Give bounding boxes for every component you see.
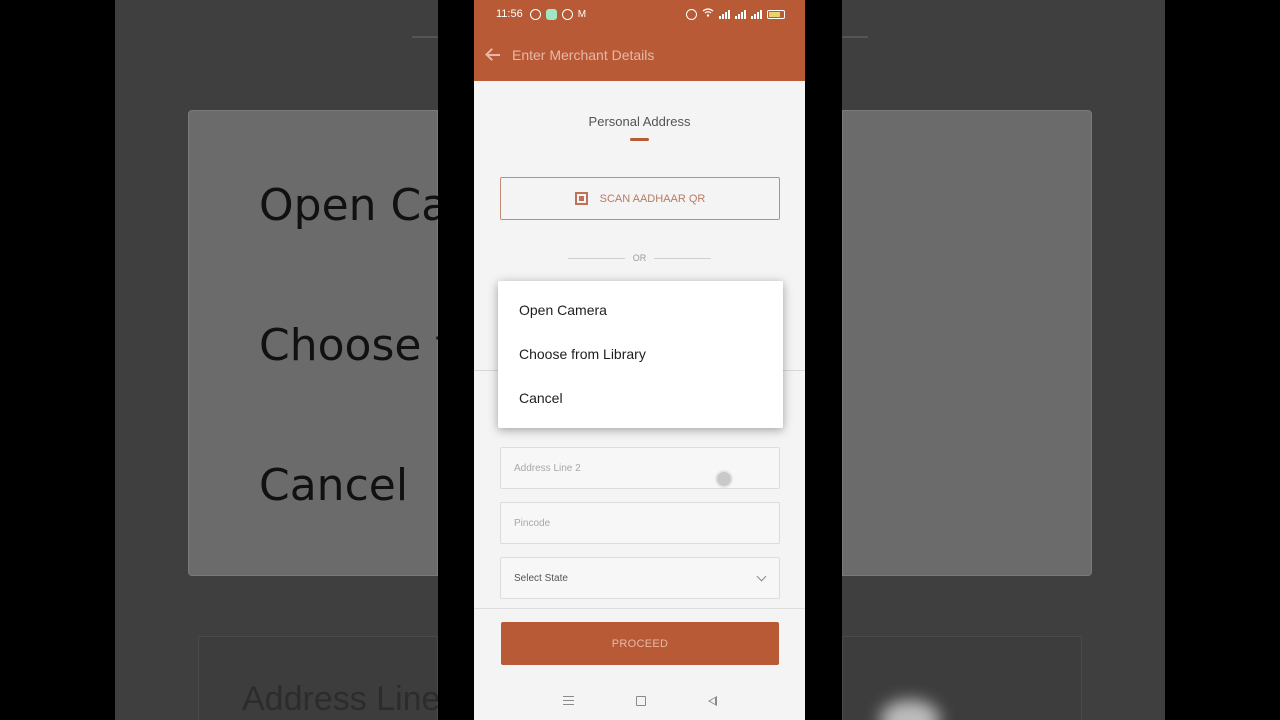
or-separator: OR: [568, 251, 711, 265]
backdrop-cancel-text: Cancel: [259, 460, 409, 511]
at-sign-icon: [529, 8, 541, 20]
pincode-field[interactable]: Pincode: [500, 502, 780, 544]
tab-personal-address[interactable]: Personal Address: [474, 114, 805, 129]
state-select[interactable]: Select State: [500, 557, 780, 599]
proceed-button-label: PROCEED: [611, 637, 669, 650]
address-line-2-placeholder: Address Line 2: [514, 462, 581, 474]
backdrop-field-right: [842, 636, 1082, 720]
backdrop-rule: [842, 36, 868, 38]
image-source-dialog: Open Camera Choose from Library Cancel: [498, 281, 783, 428]
back-triangle-icon[interactable]: [707, 695, 717, 706]
menu-icon[interactable]: [562, 696, 574, 705]
backdrop-open-camera-text: Open Camera: [259, 180, 438, 231]
alarm-icon: [686, 8, 697, 20]
status-right-icons: [686, 8, 785, 20]
video-frame: Open Camera Choose from Library Cancel A…: [0, 0, 1280, 720]
arrow-left-icon[interactable]: [486, 48, 500, 62]
pincode-placeholder: Pincode: [514, 517, 551, 529]
choose-from-library-option[interactable]: Choose from Library: [498, 343, 783, 387]
tab-indicator: [630, 138, 649, 141]
state-select-label: Select State: [514, 572, 568, 584]
home-square-icon[interactable]: [635, 695, 646, 706]
gmail-icon: M: [577, 8, 587, 20]
footer-divider: [474, 608, 805, 609]
page-title: Enter Merchant Details: [512, 46, 655, 63]
battery-icon: [767, 9, 785, 19]
status-bar: 11:56 M: [474, 0, 805, 28]
chevron-down-icon: [756, 571, 767, 581]
volte-icon: [719, 9, 730, 19]
or-label: OR: [632, 253, 647, 263]
wifi-icon: [702, 8, 714, 20]
qr-code-icon: [574, 192, 588, 205]
backdrop-rule: [412, 36, 438, 38]
proceed-button[interactable]: PROCEED: [501, 622, 779, 665]
open-camera-option[interactable]: Open Camera: [498, 299, 783, 343]
backdrop-choose-library-text: Choose from Library: [259, 320, 438, 371]
status-time: 11:56: [496, 8, 523, 20]
cancel-option[interactable]: Cancel: [498, 387, 783, 431]
separator-line: [568, 257, 625, 259]
signal-icon: [735, 9, 746, 19]
app-bar: Enter Merchant Details: [474, 28, 805, 81]
signal-icon: [751, 9, 762, 19]
scan-aadhaar-qr-button[interactable]: SCAN AADHAAR QR: [500, 177, 780, 220]
separator-line: [654, 257, 711, 259]
system-nav-bar: [474, 681, 805, 720]
touch-indicator: [715, 470, 733, 488]
chat-app-icon: [545, 8, 557, 20]
backdrop-address-text: Address Line 2: [242, 680, 438, 718]
address-line-2-field[interactable]: Address Line 2: [500, 447, 780, 489]
scan-button-label: SCAN AADHAAR QR: [599, 192, 706, 205]
message-icon: [561, 8, 573, 20]
backdrop-dialog-right: [842, 110, 1092, 576]
